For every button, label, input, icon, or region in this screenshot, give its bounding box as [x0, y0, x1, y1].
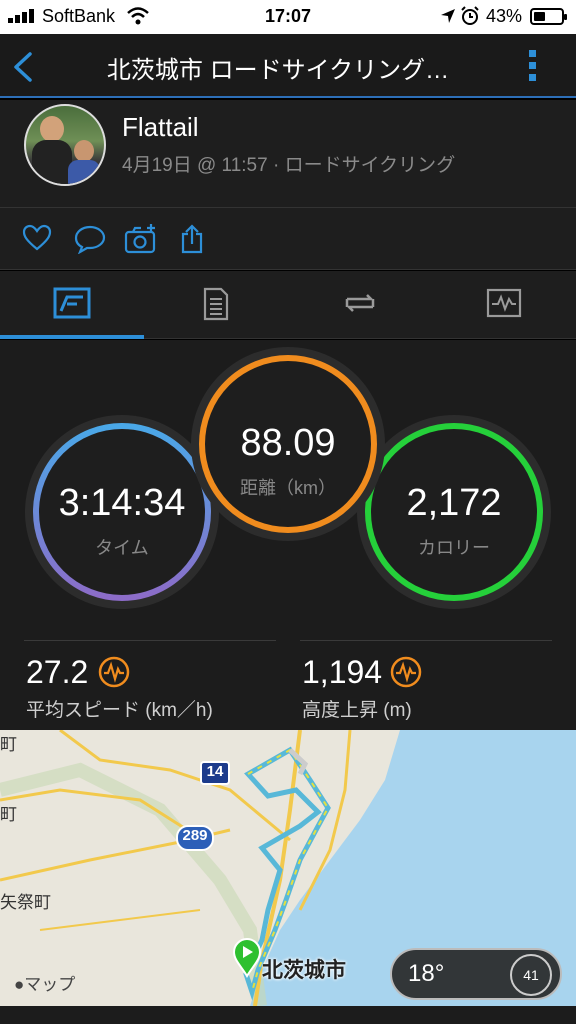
route-shield-14: 14	[200, 761, 230, 785]
heart-icon[interactable]	[22, 224, 52, 252]
route-shield-289: 289	[176, 825, 214, 851]
status-bar: SoftBank 17:07 43%	[0, 0, 576, 34]
divider	[24, 640, 276, 641]
avatar[interactable]	[24, 104, 106, 186]
laps-icon	[345, 294, 375, 312]
map-attribution: ●マップ	[14, 970, 75, 995]
distance-ring: 88.09 距離（km）	[188, 344, 388, 544]
distance-value: 88.09	[240, 422, 336, 464]
user-name[interactable]: Flattail	[122, 112, 199, 143]
distance-label: 距離（km）	[240, 478, 336, 498]
add-photo-icon[interactable]	[124, 224, 158, 254]
tab-details[interactable]	[144, 271, 288, 339]
avg-speed-value: 27.2	[26, 654, 89, 690]
battery-icon	[530, 8, 567, 25]
stats-panel: 3:14:34 タイム 2,172 カロリー 88.09 距離（km） 27.2…	[0, 340, 576, 730]
vertical-ellipsis-icon[interactable]	[526, 48, 540, 84]
activity-tabs	[0, 271, 576, 339]
elevation-gain-metric[interactable]: 1,194 高度上昇 (m)	[302, 654, 552, 722]
activity-title: 北茨城市 ロードサイクリング…	[106, 57, 450, 84]
activity-subtitle: 4月19日 @ 11:57 · ロードサイクリング	[122, 155, 456, 176]
avg-speed-metric[interactable]: 27.2 平均スピード (km／h)	[26, 654, 276, 722]
start-marker-icon[interactable]	[232, 938, 262, 978]
battery-percentage: 43%	[486, 6, 523, 26]
map-place-label: 矢祭町	[0, 893, 51, 912]
chart-icon	[486, 288, 522, 318]
action-bar	[0, 208, 576, 270]
location-arrow-icon	[441, 9, 455, 23]
back-chevron-icon[interactable]	[10, 50, 36, 84]
tab-overview[interactable]	[0, 271, 144, 339]
route-map[interactable]: 町 町 矢祭町 14 289 北茨城市 18° 41 ●マップ	[0, 730, 576, 1006]
map-city-label: 北茨城市	[262, 959, 346, 982]
comment-icon[interactable]	[74, 224, 106, 254]
map-attribution-text: マップ	[24, 975, 76, 994]
activity-profile-header: Flattail 4月19日 @ 11:57 · ロードサイクリング	[0, 100, 576, 208]
share-icon[interactable]	[180, 224, 204, 254]
divider	[300, 640, 552, 641]
stats-overview-icon	[53, 287, 91, 319]
tab-laps[interactable]	[288, 271, 432, 339]
map-place-label: 町	[0, 735, 17, 754]
speed-waveform-icon	[98, 656, 130, 688]
details-list-icon	[203, 287, 229, 321]
battery-fill	[534, 12, 546, 21]
weather-badge[interactable]: 18° 41	[390, 948, 562, 1000]
wind-indicator: 41	[510, 954, 552, 996]
wind-value: 41	[523, 967, 539, 983]
avg-speed-label: 平均スピード (km／h)	[26, 700, 213, 721]
elevation-gain-label: 高度上昇 (m)	[302, 700, 412, 721]
alarm-icon	[461, 6, 479, 25]
elevation-waveform-icon	[390, 656, 422, 688]
apple-logo-icon: ●	[14, 975, 25, 994]
weather-temperature: 18°	[408, 960, 445, 987]
navigation-bar: 北茨城市 ロードサイクリング…	[0, 34, 576, 98]
map-place-label: 町	[0, 805, 17, 824]
tab-charts[interactable]	[432, 271, 576, 339]
bottom-bar	[0, 1006, 576, 1024]
elevation-gain-value: 1,194	[302, 654, 383, 690]
active-tab-indicator	[0, 335, 144, 339]
